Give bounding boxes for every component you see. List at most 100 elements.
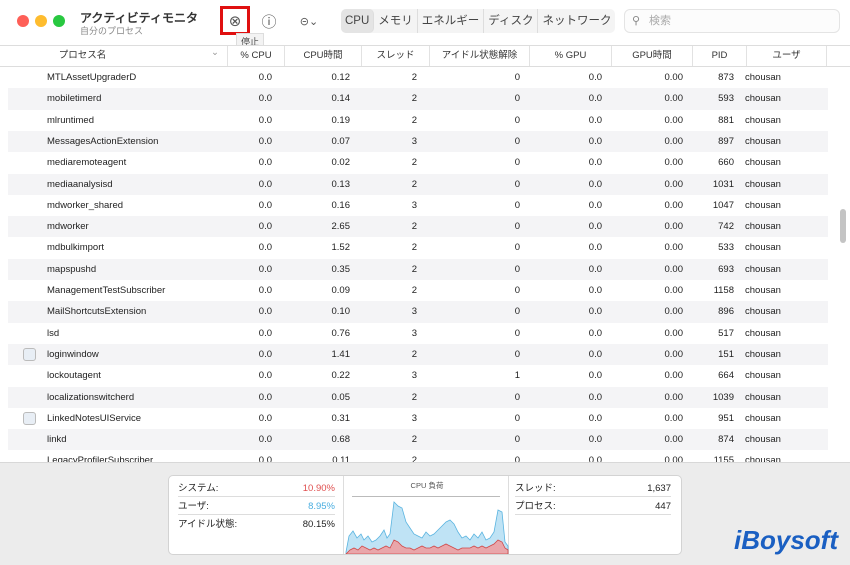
cell-7: 951 <box>718 412 734 424</box>
cell-5: 0.0 <box>588 114 602 126</box>
table-row[interactable]: MTLAssetUpgraderD 0.0 0.12 2 0 0.0 0.00 873 chou… <box>8 67 828 88</box>
cell-6: 0.00 <box>664 199 684 211</box>
cell-1: 0.0 <box>258 370 272 382</box>
column-header-2[interactable]: CPU時間 <box>285 46 362 66</box>
column-header-6[interactable]: GPU時間 <box>612 46 693 66</box>
cell-1: 0.0 <box>258 93 272 105</box>
cell-2: 2.65 <box>331 221 351 233</box>
column-header-1[interactable]: % CPU <box>228 46 285 66</box>
system-label: システム: <box>178 483 219 494</box>
column-header-7[interactable]: PID <box>693 46 747 66</box>
cell-8: chousan <box>745 391 781 403</box>
info-icon[interactable]: ⓘ <box>259 11 279 31</box>
cell-8: chousan <box>745 285 781 296</box>
column-header-3[interactable]: スレッド <box>362 46 430 66</box>
table-row[interactable]: mapspushd 0.0 0.35 2 0 0.0 0.00 693 chousan <box>8 258 828 280</box>
column-header-label: プロセス名 <box>58 50 107 61</box>
cell-4: 0 <box>514 114 520 126</box>
tab-2[interactable]: エネルギー <box>418 9 485 33</box>
tab-1[interactable]: メモリ <box>374 9 418 33</box>
table-row[interactable]: MailShortcutsExtension 0.0 0.10 3 0 0.0 0.00 89… <box>8 301 828 323</box>
zoom-window-button[interactable] <box>53 15 65 27</box>
column-header-label: GPU時間 <box>632 50 672 61</box>
table-row[interactable]: mlruntimed 0.0 0.19 2 0 0.0 0.00 881 chousan <box>8 110 828 131</box>
search-input[interactable]: ⚲ 検索 <box>624 9 840 33</box>
cell-3: 2 <box>411 157 417 169</box>
system-value: 10.90% <box>302 483 335 494</box>
cell-7: 1155 <box>713 455 734 462</box>
cell-4: 0 <box>514 348 520 360</box>
tab-4[interactable]: ネットワーク <box>538 9 615 33</box>
column-header-5[interactable]: % GPU <box>530 46 612 66</box>
cell-6: 0.00 <box>664 263 684 275</box>
column-header-8[interactable]: ユーザ <box>747 46 827 66</box>
cell-0: mobiletimerd <box>47 93 102 105</box>
cell-2: 0.68 <box>331 434 351 446</box>
table-row[interactable]: linkd 0.0 0.68 2 0 0.0 0.00 874 chousan <box>8 429 828 451</box>
column-header-label: PID <box>711 50 728 61</box>
cell-0: mediaanalysisd <box>47 178 113 190</box>
table-row[interactable]: MessagesActionExtension 0.0 0.07 3 0 0.0 0.00 8… <box>8 130 828 153</box>
cell-6: 0.00 <box>664 135 684 147</box>
column-header-4[interactable]: アイドル状態解除 <box>430 46 530 66</box>
table-row[interactable]: mdbulkimport 0.0 1.52 2 0 0.0 0.00 533 chousan <box>8 237 828 258</box>
cell-2: 0.10 <box>331 306 351 318</box>
cell-6: 0.00 <box>664 327 684 339</box>
scrollbar[interactable] <box>840 209 846 243</box>
cell-1: 0.0 <box>258 242 272 254</box>
cell-7: 897 <box>718 135 734 147</box>
cell-2: 0.76 <box>331 327 351 339</box>
table-row[interactable]: LinkedNotesUIService 0.0 0.31 3 0 0.0 0.00 951 c… <box>8 408 828 429</box>
cell-4: 0 <box>514 72 520 83</box>
table-row[interactable]: mobiletimerd 0.0 0.14 2 0 0.0 0.00 593 chousan <box>8 88 828 110</box>
table-row[interactable]: mediaanalysisd 0.0 0.13 2 0 0.0 0.00 1031 chousa… <box>8 173 828 195</box>
minimize-window-button[interactable] <box>35 15 47 27</box>
cell-4: 0 <box>514 412 520 424</box>
cell-7: 660 <box>718 157 734 169</box>
column-header-0[interactable]: プロセス名 ⌄ <box>8 46 228 66</box>
column-header-label: % CPU <box>240 50 272 61</box>
cell-2: 0.31 <box>331 412 351 424</box>
cell-4: 0 <box>514 221 520 233</box>
cell-0: LinkedNotesUIService <box>47 412 141 424</box>
cell-5: 0.0 <box>588 306 602 318</box>
cell-2: 0.13 <box>331 178 351 190</box>
table-row[interactable]: mdworker 0.0 2.65 2 0 0.0 0.00 742 chousan <box>8 216 828 238</box>
cell-4: 0 <box>514 391 520 403</box>
cell-4: 0 <box>514 285 520 296</box>
cell-1: 0.0 <box>258 348 272 360</box>
table-row[interactable]: lsd 0.0 0.76 3 0 0.0 0.00 517 chousan <box>8 323 828 344</box>
cell-4: 0 <box>514 455 520 462</box>
tab-3[interactable]: ディスク <box>484 9 539 33</box>
cell-1: 0.0 <box>258 114 272 126</box>
table-row[interactable]: LegacyProfilerSubscriber 0.0 0.11 2 0 0.0 0.00… <box>8 450 828 462</box>
window-subtitle[interactable]: 自分のプロセス <box>80 24 143 37</box>
cell-0: mdworker <box>47 221 89 233</box>
cell-8: chousan <box>745 72 781 83</box>
table-row[interactable]: lockoutagent 0.0 0.22 3 1 0.0 0.00 664 chousan <box>8 365 828 386</box>
table-row[interactable]: mediaremoteagent 0.0 0.02 2 0 0.0 0.00 660 chous… <box>8 152 828 173</box>
cell-7: 874 <box>718 434 734 446</box>
cell-1: 0.0 <box>258 434 272 446</box>
column-header-label: ユーザ <box>772 50 801 61</box>
cell-8: chousan <box>745 370 781 382</box>
table-row[interactable]: mdworker_shared 0.0 0.16 3 0 0.0 0.00 1047 chous… <box>8 195 828 216</box>
table-row[interactable]: localizationswitcherd 0.0 0.05 2 0 0.0 0.00 103… <box>8 386 828 408</box>
sort-chevron-icon[interactable]: ⌄ <box>211 43 219 63</box>
cell-6: 0.00 <box>664 72 684 83</box>
tab-0[interactable]: CPU <box>341 9 375 33</box>
search-icon: ⚲ <box>632 15 641 27</box>
cell-8: chousan <box>745 199 781 211</box>
more-actions-icon[interactable]: ⊝⌄ <box>295 11 323 31</box>
cell-4: 0 <box>514 199 520 211</box>
cell-0: MailShortcutsExtension <box>47 306 147 318</box>
cell-6: 0.00 <box>664 221 684 233</box>
cell-0: loginwindow <box>47 348 99 360</box>
table-row[interactable]: ManagementTestSubscriber 0.0 0.09 2 0 0.0 0.00… <box>8 280 828 301</box>
cell-3: 2 <box>411 348 417 360</box>
close-window-button[interactable] <box>17 15 29 27</box>
cell-5: 0.0 <box>588 391 602 403</box>
cell-1: 0.0 <box>258 285 272 296</box>
table-row[interactable]: loginwindow 0.0 1.41 2 0 0.0 0.00 151 chousan <box>8 343 828 366</box>
cell-4: 0 <box>514 178 520 190</box>
